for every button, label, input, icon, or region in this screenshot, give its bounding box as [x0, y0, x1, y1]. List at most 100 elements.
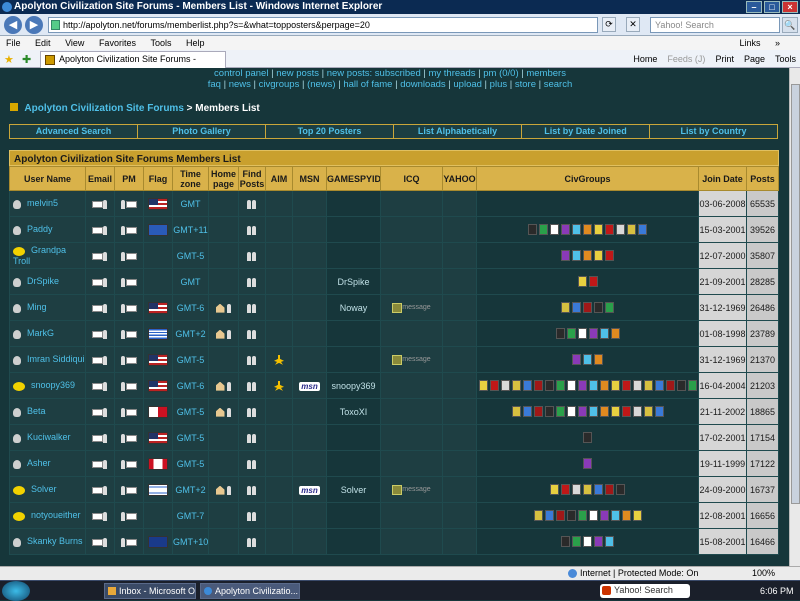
pm-icon[interactable]: [126, 304, 137, 312]
civgroup-badge-icon[interactable]: [588, 406, 598, 417]
home-icon[interactable]: [215, 485, 225, 495]
username-link[interactable]: Imran Siddiqui: [27, 354, 85, 364]
find-posts-icon[interactable]: [247, 511, 251, 521]
pm-icon[interactable]: [126, 408, 137, 416]
username-link[interactable]: snoopy369: [31, 380, 75, 390]
civgroup-badge-icon[interactable]: [594, 536, 603, 547]
scrollbar-thumb[interactable]: [791, 84, 800, 504]
civgroup-badge-icon[interactable]: [583, 458, 592, 469]
minimize-button[interactable]: –: [746, 1, 762, 13]
civgroup-badge-icon[interactable]: [588, 380, 598, 391]
civgroup-badge-icon[interactable]: [605, 250, 614, 261]
username-link[interactable]: melvin5: [27, 198, 58, 208]
civgroup-badge-icon[interactable]: [627, 224, 636, 235]
page-menu-button[interactable]: Page: [744, 52, 765, 66]
civgroup-badge-icon[interactable]: [583, 432, 592, 443]
civgroup-badge-icon[interactable]: [621, 406, 631, 417]
civgroup-badge-icon[interactable]: [605, 536, 614, 547]
civgroup-badge-icon[interactable]: [561, 250, 570, 261]
civgroup-badge-icon[interactable]: [605, 302, 614, 313]
civgroup-badge-icon[interactable]: [599, 328, 609, 339]
top-link[interactable]: control panel: [214, 68, 268, 79]
advanced-search-link[interactable]: Advanced Search: [10, 125, 138, 138]
civgroup-badge-icon[interactable]: [632, 406, 642, 417]
civgroup-badge-icon[interactable]: [572, 354, 581, 365]
civgroup-badge-icon[interactable]: [577, 510, 587, 521]
username-link[interactable]: Ming: [27, 302, 47, 312]
username-link[interactable]: Paddy: [27, 224, 53, 234]
column-header[interactable]: GAMESPYID: [326, 166, 381, 191]
email-icon[interactable]: [92, 486, 103, 494]
civgroup-badge-icon[interactable]: [511, 406, 521, 417]
civgroup-badge-icon[interactable]: [588, 328, 598, 339]
civgroup-badge-icon[interactable]: [654, 406, 664, 417]
column-header[interactable]: Flag: [143, 166, 173, 191]
email-icon[interactable]: [92, 304, 103, 312]
civgroup-badge-icon[interactable]: [632, 380, 642, 391]
username-link[interactable]: Kuciwalker: [27, 432, 71, 442]
civgroup-badge-icon[interactable]: [533, 406, 543, 417]
civgroup-badge-icon[interactable]: [594, 250, 603, 261]
msn-icon[interactable]: msn: [299, 381, 320, 391]
find-posts-icon[interactable]: [247, 485, 251, 495]
close-button[interactable]: ×: [782, 1, 798, 13]
top-link[interactable]: upload: [453, 79, 482, 90]
username-link[interactable]: MarkG: [27, 328, 54, 338]
top-link[interactable]: plus: [490, 79, 507, 90]
find-posts-icon[interactable]: [247, 459, 251, 469]
civgroup-badge-icon[interactable]: [500, 380, 510, 391]
civgroup-badge-icon[interactable]: [555, 328, 565, 339]
civgroup-badge-icon[interactable]: [577, 406, 587, 417]
browser-tab[interactable]: Apolyton Civilization Site Forums - Memb…: [40, 51, 226, 79]
email-icon[interactable]: [92, 356, 103, 364]
civgroup-badge-icon[interactable]: [654, 380, 664, 391]
civgroup-badge-icon[interactable]: [533, 510, 543, 521]
search-input[interactable]: Yahoo! Search: [650, 17, 780, 33]
email-icon[interactable]: [92, 460, 103, 468]
breadcrumb-site-link[interactable]: Apolyton Civilization Site Forums: [24, 103, 183, 114]
column-header[interactable]: MSN: [292, 166, 327, 191]
civgroup-badge-icon[interactable]: [555, 510, 565, 521]
civgroup-badge-icon[interactable]: [599, 380, 609, 391]
maximize-button[interactable]: □: [764, 1, 780, 13]
tools-menu-button[interactable]: Tools: [775, 52, 796, 66]
column-header[interactable]: Posts: [746, 166, 779, 191]
top-link[interactable]: new posts: subscribed: [327, 68, 421, 79]
find-posts-icon[interactable]: [247, 225, 251, 235]
email-icon[interactable]: [92, 200, 103, 208]
forward-button[interactable]: ▶: [25, 16, 43, 34]
email-icon[interactable]: [92, 382, 103, 390]
column-header[interactable]: AIM: [265, 166, 293, 191]
civgroup-badge-icon[interactable]: [621, 510, 631, 521]
civgroup-badge-icon[interactable]: [572, 302, 581, 313]
top-link[interactable]: (news): [307, 79, 336, 90]
username-link[interactable]: Asher: [27, 458, 51, 468]
column-header[interactable]: ICQ: [380, 166, 443, 191]
pm-icon[interactable]: [126, 226, 137, 234]
civgroup-badge-icon[interactable]: [616, 224, 625, 235]
taskbar-ie[interactable]: Apolyton Civilizatio...: [200, 583, 300, 599]
column-header[interactable]: Find Posts: [238, 166, 266, 191]
pm-icon[interactable]: [126, 382, 137, 390]
civgroup-badge-icon[interactable]: [539, 224, 548, 235]
icq-icon[interactable]: [392, 484, 403, 495]
civgroup-badge-icon[interactable]: [566, 510, 576, 521]
top-link[interactable]: downloads: [400, 79, 445, 90]
favorites-star-icon[interactable]: ★: [4, 53, 14, 66]
civgroup-badge-icon[interactable]: [588, 276, 598, 287]
civgroup-badge-icon[interactable]: [594, 354, 603, 365]
civgroup-badge-icon[interactable]: [605, 224, 614, 235]
top-link[interactable]: pm (0/0): [483, 68, 518, 79]
icq-icon[interactable]: [392, 302, 403, 313]
civgroup-badge-icon[interactable]: [583, 224, 592, 235]
civgroup-badge-icon[interactable]: [577, 276, 587, 287]
pm-icon[interactable]: [126, 512, 137, 520]
menu-view[interactable]: View: [65, 38, 84, 48]
feeds-button[interactable]: Feeds (J): [667, 52, 705, 66]
menu-edit[interactable]: Edit: [35, 38, 51, 48]
civgroup-badge-icon[interactable]: [599, 406, 609, 417]
civgroup-badge-icon[interactable]: [599, 510, 609, 521]
pm-icon[interactable]: [126, 252, 137, 260]
start-button[interactable]: [2, 581, 30, 601]
civgroup-badge-icon[interactable]: [522, 380, 532, 391]
